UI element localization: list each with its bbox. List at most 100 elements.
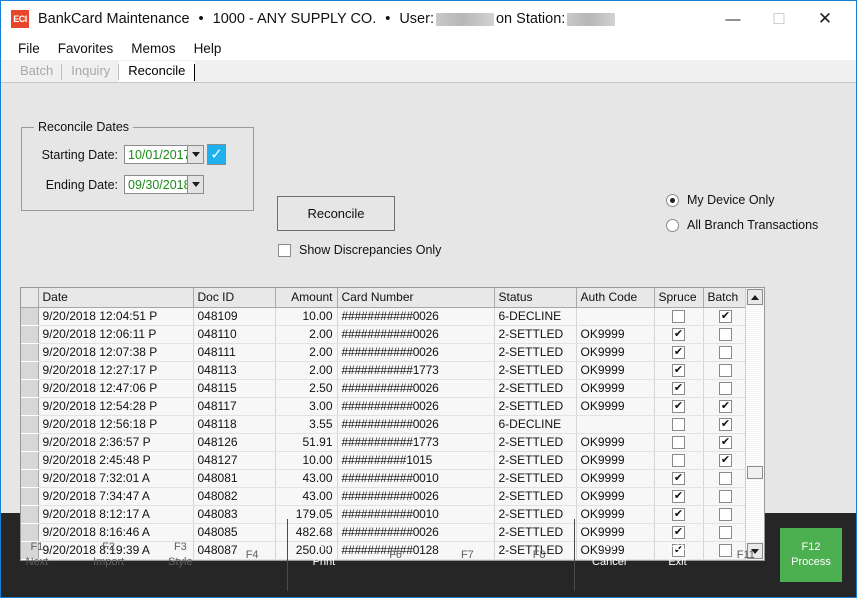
menu-item-memos[interactable]: Memos [122,37,184,60]
table-row[interactable]: 9/20/2018 12:47:06 P 048115 2.50 ##########… [21,379,745,398]
table-row[interactable]: 9/20/2018 12:07:38 P 048111 2.00 ##########… [21,343,745,362]
batch-checkbox[interactable] [719,490,732,504]
batch-checkbox-cell[interactable]: ✔ [703,415,745,434]
starting-date-input[interactable]: 10/01/2017 [124,145,191,164]
batch-checkbox[interactable]: ✔ [719,454,732,468]
tab-reconcile[interactable]: Reconcile [119,61,195,82]
batch-checkbox-cell[interactable]: ✔ [703,397,745,416]
row-selector-cell[interactable] [21,487,39,506]
spruce-checkbox[interactable] [672,310,685,324]
batch-checkbox[interactable] [719,472,732,486]
radio-all-branch-transactions[interactable] [666,218,679,232]
spruce-checkbox[interactable]: ✔ [672,346,685,360]
col-header-date[interactable]: Date [38,288,194,308]
batch-checkbox-cell[interactable]: ✔ [703,307,745,326]
col-header-status[interactable]: Status [494,288,577,308]
spruce-checkbox-cell[interactable]: ✔ [654,325,704,344]
scroll-up-button[interactable] [747,289,763,305]
function-key-f9-cancel[interactable]: F9 Cancel [575,540,643,570]
table-row[interactable]: 9/20/2018 12:54:28 P 048117 3.00 ##########… [21,397,745,416]
col-header-amount[interactable]: Amount [275,288,338,308]
col-header-auth-code[interactable]: Auth Code [576,288,655,308]
tab-batch[interactable]: Batch [11,61,63,82]
function-key-f10-exit[interactable]: F10 Exit [643,540,711,570]
spruce-checkbox[interactable] [672,454,685,468]
maximize-button[interactable]: ☐ [756,2,802,36]
batch-checkbox[interactable]: ✔ [719,436,732,450]
spruce-checkbox[interactable]: ✔ [672,328,685,342]
row-selector-cell[interactable] [21,433,39,452]
spruce-checkbox[interactable]: ✔ [672,400,685,414]
spruce-checkbox-cell[interactable]: ✔ [654,469,704,488]
spruce-checkbox[interactable] [672,418,685,432]
batch-checkbox-cell[interactable]: ✔ [703,433,745,452]
table-row[interactable]: 9/20/2018 12:27:17 P 048113 2.00 ##########… [21,361,745,380]
radio-row-my-device[interactable]: My Device Only [666,193,818,207]
batch-checkbox-cell[interactable] [703,343,745,362]
batch-checkbox[interactable]: ✔ [719,310,732,324]
radio-my-device-only[interactable] [666,193,679,207]
ending-date-dropdown-button[interactable] [187,175,204,194]
spruce-checkbox-cell[interactable] [654,433,704,452]
table-row[interactable]: 9/20/2018 2:45:48 P 048127 10.00 ##########… [21,451,745,470]
table-row[interactable]: 9/20/2018 2:36:57 P 048126 51.91 ##########… [21,433,745,452]
table-row[interactable]: 9/20/2018 7:34:47 A 048082 43.00 ##########… [21,487,745,506]
col-header-batch[interactable]: Batch [703,288,745,308]
show-discrepancies-checkbox[interactable] [278,243,291,257]
row-selector-cell[interactable] [21,451,39,470]
spruce-checkbox[interactable]: ✔ [672,490,685,504]
tab-inquiry[interactable]: Inquiry [62,61,120,82]
batch-checkbox[interactable] [719,328,732,342]
row-selector-cell[interactable] [21,397,39,416]
spruce-checkbox-cell[interactable] [654,415,704,434]
spruce-checkbox-cell[interactable]: ✔ [654,379,704,398]
minimize-button[interactable]: — [710,2,756,36]
batch-checkbox-cell[interactable] [703,325,745,344]
scrollbar-thumb[interactable] [747,466,763,479]
col-header-doc-id[interactable]: Doc ID [193,288,276,308]
batch-checkbox[interactable] [719,346,732,360]
menu-item-favorites[interactable]: Favorites [49,37,123,60]
spruce-checkbox-cell[interactable]: ✔ [654,361,704,380]
spruce-checkbox[interactable] [672,436,685,450]
spruce-checkbox-cell[interactable] [654,307,704,326]
menu-item-file[interactable]: File [9,37,49,60]
radio-row-all-branch[interactable]: All Branch Transactions [666,218,818,232]
table-row[interactable]: 9/20/2018 7:32:01 A 048081 43.00 ##########… [21,469,745,488]
menu-item-help[interactable]: Help [185,37,231,60]
batch-checkbox-cell[interactable]: ✔ [703,451,745,470]
ending-date-input[interactable]: 09/30/2018 [124,175,191,194]
batch-checkbox-cell[interactable] [703,379,745,398]
row-selector-cell[interactable] [21,361,39,380]
col-header-card-number[interactable]: Card Number [337,288,495,308]
function-key-f5-print[interactable]: F5 Print [288,540,360,570]
batch-checkbox[interactable] [719,382,732,396]
table-row[interactable]: 9/20/2018 12:04:51 P 048109 10.00 #########… [21,307,745,326]
batch-checkbox-cell[interactable] [703,361,745,380]
reconcile-button[interactable]: Reconcile [277,196,395,231]
spruce-checkbox[interactable]: ✔ [672,364,685,378]
row-selector-cell[interactable] [21,307,39,326]
row-selector-cell[interactable] [21,343,39,362]
row-selector-cell[interactable] [21,379,39,398]
spruce-checkbox-cell[interactable]: ✔ [654,343,704,362]
starting-date-confirm-button[interactable]: ✓ [207,144,226,165]
batch-checkbox[interactable] [719,364,732,378]
table-row[interactable]: 9/20/2018 12:06:11 P 048110 2.00 ##########… [21,325,745,344]
row-selector-cell[interactable] [21,325,39,344]
scrollbar-track[interactable] [746,306,764,542]
spruce-checkbox-cell[interactable]: ✔ [654,487,704,506]
batch-checkbox[interactable]: ✔ [719,418,732,432]
batch-checkbox[interactable]: ✔ [719,400,732,414]
function-key-f12-process[interactable]: F12 Process [779,528,842,582]
batch-checkbox-cell[interactable] [703,469,745,488]
spruce-checkbox-cell[interactable]: ✔ [654,397,704,416]
col-header-spruce[interactable]: Spruce [654,288,704,308]
batch-checkbox-cell[interactable] [703,487,745,506]
close-button[interactable]: ✕ [802,2,848,36]
spruce-checkbox-cell[interactable] [654,451,704,470]
row-selector-cell[interactable] [21,469,39,488]
starting-date-dropdown-button[interactable] [187,145,204,164]
row-selector-cell[interactable] [21,415,39,434]
table-row[interactable]: 9/20/2018 12:56:18 P 048118 3.55 ##########… [21,415,745,434]
